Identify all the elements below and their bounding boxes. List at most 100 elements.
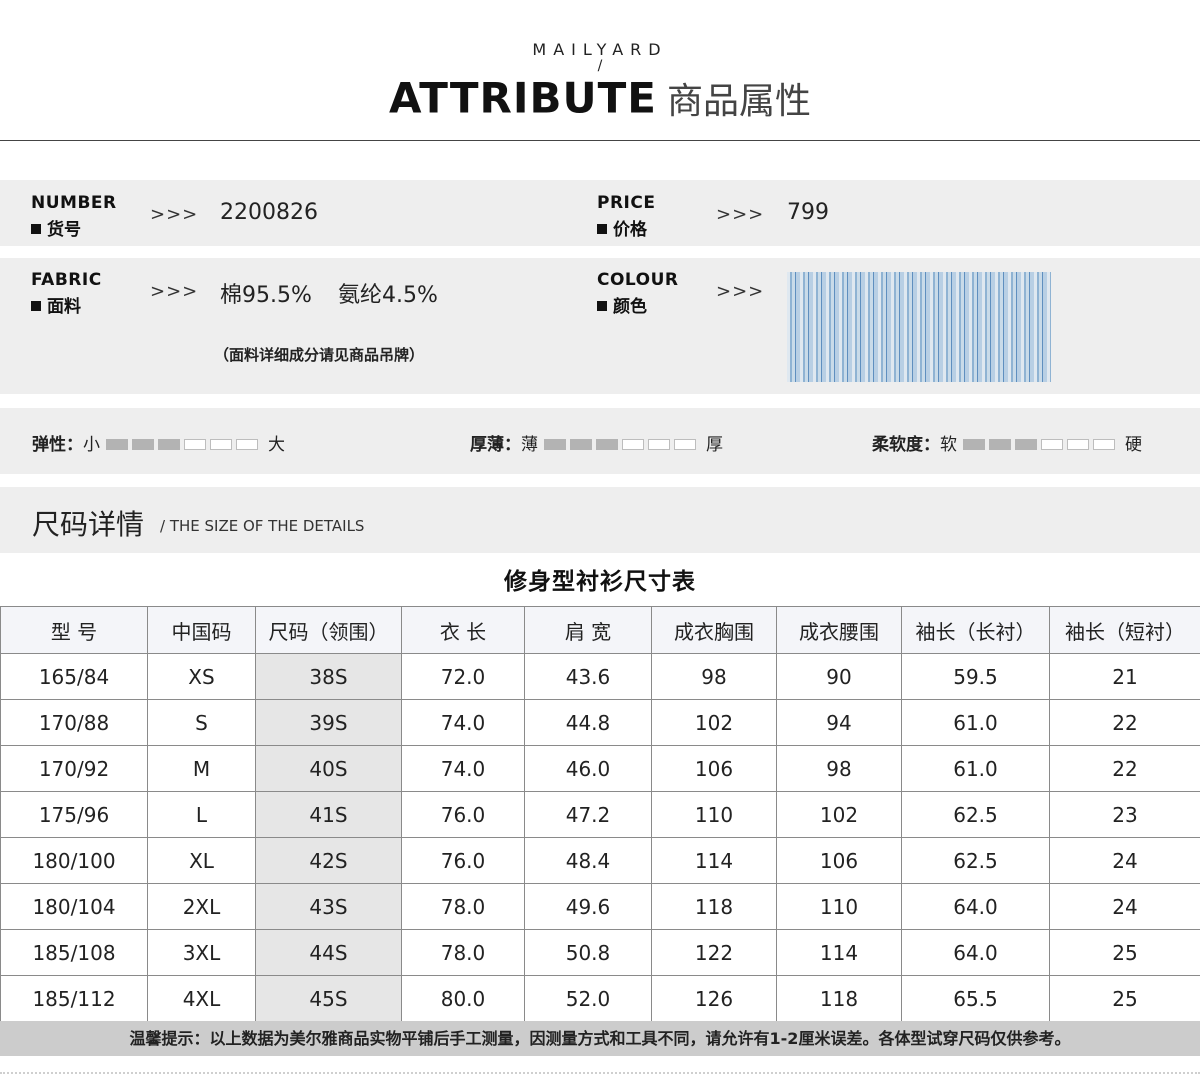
- table-cell: 76.0: [401, 791, 525, 838]
- table-row: 180/100 XL 42S 76.0 48.4 114 106 62.5 24: [0, 837, 1200, 884]
- colour-label-en: COLOUR: [597, 270, 679, 290]
- table-cell: 72.0: [401, 653, 525, 700]
- table-cell: 90: [776, 653, 902, 700]
- table-cell: 64.0: [901, 929, 1050, 976]
- fabric-label-cn-text: 面料: [47, 297, 81, 317]
- table-cell: 98: [776, 745, 902, 792]
- table-cell: 122: [651, 929, 777, 976]
- table-cell: 25: [1049, 929, 1200, 976]
- colour-label-cn-text: 颜色: [613, 297, 647, 317]
- bullet-square-icon: [31, 224, 41, 234]
- table-cell: 180/104: [0, 883, 148, 930]
- table-cell: 22: [1049, 699, 1200, 746]
- size-title-en: / THE SIZE OF THE DETAILS: [160, 517, 365, 535]
- table-cell: 74.0: [401, 745, 525, 792]
- footnote: 温馨提示：以上数据为美尔雅商品实物平铺后手工测量，因测量方式和工具不同，请允许有…: [0, 1021, 1200, 1056]
- table-cell: 44.8: [524, 699, 652, 746]
- rating-boxes: [544, 435, 700, 455]
- brand-name: MAILYARD: [532, 40, 668, 59]
- table-cell: 39S: [255, 699, 402, 746]
- table-row: 170/92 M 40S 74.0 46.0 106 98 61.0 22: [0, 745, 1200, 792]
- table-cell: 62.5: [901, 837, 1050, 884]
- table-cell: XL: [147, 837, 256, 884]
- table-row: 185/112 4XL 45S 80.0 52.0 126 118 65.5 25: [0, 975, 1200, 1022]
- page-title: ATTRIBUTE 商品属性: [0, 72, 1200, 124]
- number-label-en: NUMBER: [31, 193, 117, 213]
- table-cell: 25: [1049, 975, 1200, 1022]
- rating-low: 薄: [521, 435, 538, 455]
- table-cell: 21: [1049, 653, 1200, 700]
- rating-box-filled: [570, 439, 592, 450]
- column-header: 衣 长: [401, 606, 525, 654]
- rating-low: 小: [83, 435, 100, 455]
- price-label-en: PRICE: [597, 193, 656, 213]
- table-cell: 48.4: [524, 837, 652, 884]
- rating-boxes: [963, 435, 1119, 455]
- rating-boxes: [106, 435, 262, 455]
- column-header: 成衣胸围: [651, 606, 777, 654]
- table-cell: 78.0: [401, 929, 525, 976]
- ratings-panel: 弹性：小 大 厚薄：薄 厚 柔软度：软 硬: [0, 408, 1200, 474]
- rating-box-filled: [989, 439, 1011, 450]
- column-header: 袖长（长衬）: [901, 606, 1050, 654]
- column-header: 中国码: [147, 606, 256, 654]
- table-cell: 40S: [255, 745, 402, 792]
- table-cell: 94: [776, 699, 902, 746]
- table-cell: 118: [776, 975, 902, 1022]
- colour-label-cn: 颜色: [597, 292, 647, 317]
- table-cell: 41S: [255, 791, 402, 838]
- table-cell: 4XL: [147, 975, 256, 1022]
- rating-box-filled: [132, 439, 154, 450]
- rating-high: 厚: [706, 435, 723, 455]
- bullet-square-icon: [31, 301, 41, 311]
- table-cell: M: [147, 745, 256, 792]
- number-arrow: >>>: [150, 204, 199, 225]
- table-cell: 78.0: [401, 883, 525, 930]
- rating-label: 厚薄：: [470, 435, 521, 455]
- table-cell: 65.5: [901, 975, 1050, 1022]
- table-cell: 50.8: [524, 929, 652, 976]
- table-cell: 165/84: [0, 653, 148, 700]
- table-cell: 22: [1049, 745, 1200, 792]
- column-header: 尺码（领围）: [255, 606, 402, 654]
- rating-box-empty: [1067, 439, 1089, 450]
- table-cell: 126: [651, 975, 777, 1022]
- number-label-cn-text: 货号: [47, 220, 81, 240]
- rating-box-filled: [1015, 439, 1037, 450]
- size-table-body: 165/84 XS 38S 72.0 43.6 98 90 59.5 21 170/88 S 39S 7…: [0, 653, 1200, 1022]
- price-value: 799: [787, 200, 829, 225]
- rating-box-empty: [1041, 439, 1063, 450]
- colour-swatch: [787, 272, 1051, 382]
- table-row: 170/88 S 39S 74.0 44.8 102 94 61.0 22: [0, 699, 1200, 746]
- fabric-colour-panel: FABRIC 面料 >>> 棉95.5% 氨纶4.5% （面料详细成分请见商品吊…: [0, 258, 1200, 394]
- table-cell: 61.0: [901, 745, 1050, 792]
- bullet-square-icon: [597, 301, 607, 311]
- size-section-header: 尺码详情 / THE SIZE OF THE DETAILS: [0, 487, 1200, 553]
- bullet-square-icon: [597, 224, 607, 234]
- table-cell: 102: [776, 791, 902, 838]
- rating-elasticity: 弹性：小 大: [32, 430, 285, 455]
- table-cell: 110: [776, 883, 902, 930]
- table-cell: 102: [651, 699, 777, 746]
- rating-box-empty: [1093, 439, 1115, 450]
- table-cell: 61.0: [901, 699, 1050, 746]
- table-cell: 118: [651, 883, 777, 930]
- size-table-title: 修身型衬衫尺寸表: [504, 569, 696, 595]
- number-price-panel: NUMBER 货号 >>> 2200826 PRICE 价格 >>> 799: [0, 180, 1200, 246]
- page-title-en: ATTRIBUTE: [389, 73, 657, 123]
- table-cell: L: [147, 791, 256, 838]
- table-cell: 98: [651, 653, 777, 700]
- table-cell: 80.0: [401, 975, 525, 1022]
- table-row: 165/84 XS 38S 72.0 43.6 98 90 59.5 21: [0, 653, 1200, 700]
- table-cell: 46.0: [524, 745, 652, 792]
- fabric-spandex: 氨纶4.5%: [338, 283, 438, 308]
- price-label-cn: 价格: [597, 215, 647, 240]
- table-cell: 74.0: [401, 699, 525, 746]
- table-cell: 106: [776, 837, 902, 884]
- table-cell: 110: [651, 791, 777, 838]
- table-cell: 38S: [255, 653, 402, 700]
- table-cell: 44S: [255, 929, 402, 976]
- fabric-cotton: 棉95.5%: [220, 283, 312, 308]
- column-header: 型 号: [0, 606, 148, 654]
- table-cell: 170/88: [0, 699, 148, 746]
